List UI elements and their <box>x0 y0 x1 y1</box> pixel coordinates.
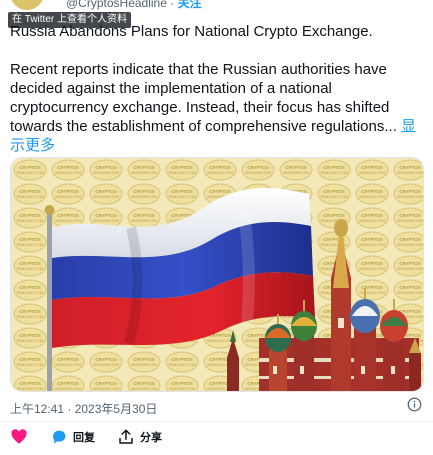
share-label: 分享 <box>140 432 162 444</box>
share-icon <box>119 429 133 444</box>
tweet-body-text: Recent reports indicate that the Russian… <box>10 61 397 135</box>
tweet-body: Recent reports indicate that the Russian… <box>10 60 426 155</box>
tweet-card: @CryptosHeadline · 关注 在 Twitter 上查看个人资料 … <box>0 0 433 455</box>
russian-flag-kremlin-image: CRYPTOS HEADLINES.COM <box>11 158 423 391</box>
tweet-timestamp[interactable]: 上午12:41 · 2023年5月30日 <box>10 400 157 417</box>
follow-button[interactable]: 关注 <box>178 0 202 10</box>
like-button[interactable] <box>10 428 28 446</box>
tweet-media-image[interactable]: CRYPTOS HEADLINES.COM <box>10 157 424 392</box>
share-button[interactable]: 分享 <box>117 428 162 446</box>
heart-icon <box>11 429 27 444</box>
author-handle[interactable]: @CryptosHeadline <box>66 0 167 10</box>
divider <box>0 421 433 422</box>
separator: · <box>170 0 175 10</box>
reply-label: 回复 <box>73 432 95 444</box>
author-row: @CryptosHeadline · 关注 <box>66 0 202 11</box>
avatar[interactable] <box>10 0 44 10</box>
tweet-title: Russia Abandons Plans for National Crypt… <box>10 23 373 40</box>
reply-bubble-icon <box>53 430 66 444</box>
info-icon[interactable] <box>407 397 422 412</box>
action-bar: 回复 分享 <box>10 426 162 448</box>
reply-button[interactable]: 回复 <box>50 428 95 446</box>
tweet-text: Russia Abandons Plans for National Crypt… <box>10 22 426 155</box>
